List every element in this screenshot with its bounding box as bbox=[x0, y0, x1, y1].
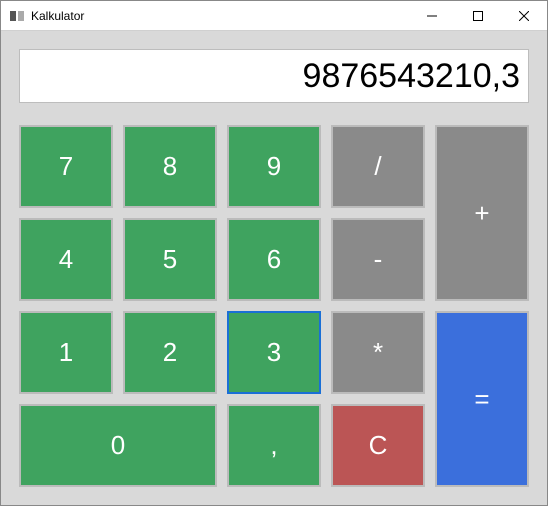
key-7[interactable]: 7 bbox=[19, 125, 113, 208]
key-8[interactable]: 8 bbox=[123, 125, 217, 208]
key-minus[interactable]: - bbox=[331, 218, 425, 301]
app-icon bbox=[9, 8, 25, 24]
key-divide[interactable]: / bbox=[331, 125, 425, 208]
key-6[interactable]: 6 bbox=[227, 218, 321, 301]
window-controls bbox=[409, 1, 547, 30]
key-9[interactable]: 9 bbox=[227, 125, 321, 208]
key-multiply[interactable]: * bbox=[331, 311, 425, 394]
close-button[interactable] bbox=[501, 1, 547, 30]
titlebar: Kalkulator bbox=[1, 1, 547, 31]
key-5[interactable]: 5 bbox=[123, 218, 217, 301]
window-title: Kalkulator bbox=[31, 9, 409, 23]
key-0[interactable]: 0 bbox=[19, 404, 217, 487]
client-area: 9876543210,3 7 8 9 / + 4 5 6 - 1 2 3 * =… bbox=[1, 31, 547, 505]
maximize-button[interactable] bbox=[455, 1, 501, 30]
key-4[interactable]: 4 bbox=[19, 218, 113, 301]
key-plus[interactable]: + bbox=[435, 125, 529, 301]
key-comma[interactable]: , bbox=[227, 404, 321, 487]
minimize-button[interactable] bbox=[409, 1, 455, 30]
keypad: 7 8 9 / + 4 5 6 - 1 2 3 * = 0 , C bbox=[19, 125, 529, 487]
key-1[interactable]: 1 bbox=[19, 311, 113, 394]
key-2[interactable]: 2 bbox=[123, 311, 217, 394]
key-equals[interactable]: = bbox=[435, 311, 529, 487]
app-window: Kalkulator 9876543210,3 7 8 9 / + 4 5 6 … bbox=[0, 0, 548, 506]
key-3[interactable]: 3 bbox=[227, 311, 321, 394]
key-clear[interactable]: C bbox=[331, 404, 425, 487]
display: 9876543210,3 bbox=[19, 49, 529, 103]
